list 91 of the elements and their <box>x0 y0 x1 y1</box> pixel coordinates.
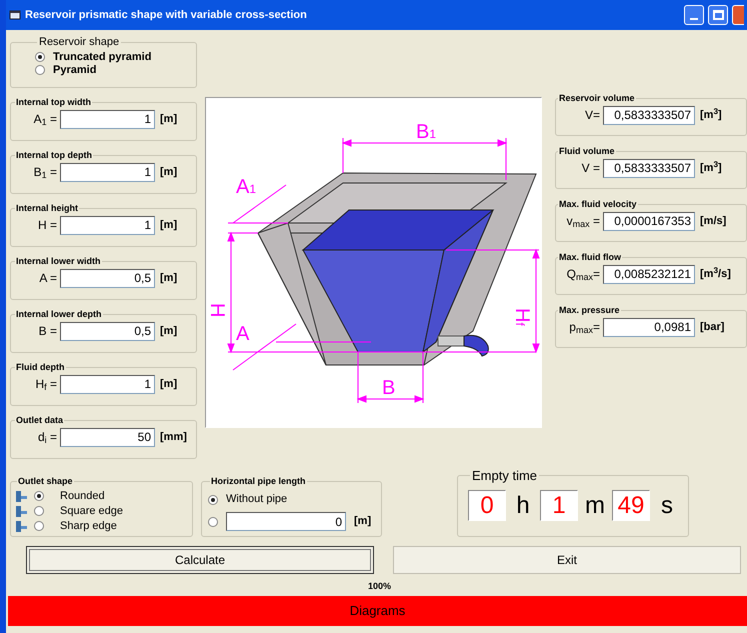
group-title: Max. fluid velocity <box>558 198 638 211</box>
symbol-label: v$_{max}$ = <box>566 213 600 230</box>
group-title: Internal lower width <box>15 255 102 268</box>
time-unit: h <box>515 490 531 520</box>
radio-button[interactable] <box>208 494 218 504</box>
input-field[interactable]: 1 <box>60 374 155 394</box>
unit-label: [m$^{3}$/s] <box>700 266 731 282</box>
close-button[interactable] <box>732 5 744 25</box>
symbol-label: H$_{f}$ = <box>34 376 57 393</box>
dimension-label: B1 <box>416 121 436 143</box>
group-title: Internal lower depth <box>15 308 103 321</box>
group-title: Empty time <box>471 467 538 485</box>
symbol-label: H = <box>36 217 57 234</box>
radio-label: Truncated pyramid <box>53 50 152 65</box>
action-button[interactable]: Calculate <box>26 546 374 574</box>
unit-label: [mm] <box>160 430 187 445</box>
symbol-label: V = <box>580 160 600 177</box>
dimension-label: A <box>236 323 250 345</box>
group-title: Internal height <box>15 202 80 215</box>
radio-button[interactable] <box>35 52 45 62</box>
symbol-label: B$_{1}$ = <box>32 164 57 181</box>
result-field[interactable]: 0,0085232121 <box>603 264 695 284</box>
unit-label: [m] <box>354 514 372 530</box>
group-title: Fluid depth <box>15 361 66 374</box>
app-icon <box>9 9 21 21</box>
window-title: Reservoir prismatic shape with variable cross-section <box>25 8 308 23</box>
symbol-label: A$_{1}$ = <box>32 111 57 128</box>
radio-button[interactable] <box>34 521 44 531</box>
diagrams-button[interactable]: Diagrams <box>8 596 747 626</box>
radio-label: Sharp edge <box>60 518 117 534</box>
group-title: Internal top depth <box>15 149 93 162</box>
action-button[interactable]: Exit <box>393 546 741 574</box>
symbol-label: Q$_{max}$= <box>566 266 600 283</box>
symbol-label: A = <box>38 270 57 287</box>
group-title: Internal top width <box>15 96 92 109</box>
symbol-label: B = <box>38 323 57 340</box>
radio-label: Square edge <box>60 504 123 519</box>
time-unit: s <box>660 490 674 520</box>
unit-label: [m] <box>160 112 178 127</box>
radio-button[interactable] <box>208 516 218 526</box>
input-field[interactable]: 50 <box>60 428 155 446</box>
group-title: Reservoir volume <box>558 92 636 105</box>
unit-label: [m$^{3}$] <box>700 106 722 123</box>
symbol-label: d$_{i}$ = <box>36 429 57 446</box>
radio-button[interactable] <box>34 491 44 501</box>
input-field[interactable]: 0,5 <box>60 268 155 288</box>
minimize-button[interactable] <box>684 5 704 25</box>
group-title: Outlet data <box>15 414 64 427</box>
group-title: Fluid volume <box>558 145 616 158</box>
symbol-label: p$_{max}$= <box>568 319 600 336</box>
group-title: Reservoir shape <box>38 35 120 50</box>
group-title: Max. pressure <box>558 304 621 317</box>
progress-label: 100% <box>368 580 392 592</box>
symbol-label: V= <box>584 107 600 124</box>
unit-label: [m] <box>160 164 178 180</box>
radio-label: Rounded <box>60 488 105 504</box>
input-field[interactable]: 0,5 <box>60 322 155 340</box>
dimension-label: B <box>382 377 396 399</box>
group-title: Max. fluid flow <box>558 251 622 264</box>
result-field[interactable]: 0,0981 <box>603 318 695 336</box>
group-title: Horizontal pipe length <box>210 475 306 488</box>
maximize-button[interactable] <box>708 5 728 25</box>
unit-label: [m$^{3}$] <box>700 160 722 176</box>
unit-label: [m/s] <box>700 214 726 229</box>
input-field[interactable]: 1 <box>60 110 155 128</box>
dimension-label: H <box>206 303 228 318</box>
group-title: Outlet shape <box>17 475 74 488</box>
dimension-label: A1 <box>236 176 256 198</box>
unit-label: [m] <box>160 270 178 286</box>
outlet-icon <box>15 490 28 502</box>
unit-label: [m] <box>160 218 178 233</box>
radio-label: Without pipe <box>226 492 288 508</box>
input-field[interactable]: 1 <box>60 216 155 234</box>
result-field[interactable]: 0,5833333507 <box>603 106 695 124</box>
input-field[interactable]: 1 <box>60 162 155 182</box>
time-value: 49 <box>612 490 650 521</box>
radio-button[interactable] <box>34 506 44 516</box>
dimension-label: Hf <box>511 308 533 326</box>
unit-label: [bar] <box>700 320 724 335</box>
radio-label: Pyramid <box>53 62 96 78</box>
result-field[interactable]: 0,5833333507 <box>603 158 695 178</box>
unit-label: [m] <box>160 324 178 339</box>
pipe-length-field[interactable]: 0 <box>226 512 346 531</box>
result-field[interactable]: 0,0000167353 <box>603 212 695 230</box>
unit-label: [m] <box>160 376 178 392</box>
time-value: 0 <box>468 490 506 521</box>
time-unit: m <box>584 490 606 520</box>
outlet-icon <box>15 504 28 518</box>
radio-button[interactable] <box>35 65 45 75</box>
time-value: 1 <box>540 490 578 521</box>
outlet-icon <box>15 520 28 532</box>
